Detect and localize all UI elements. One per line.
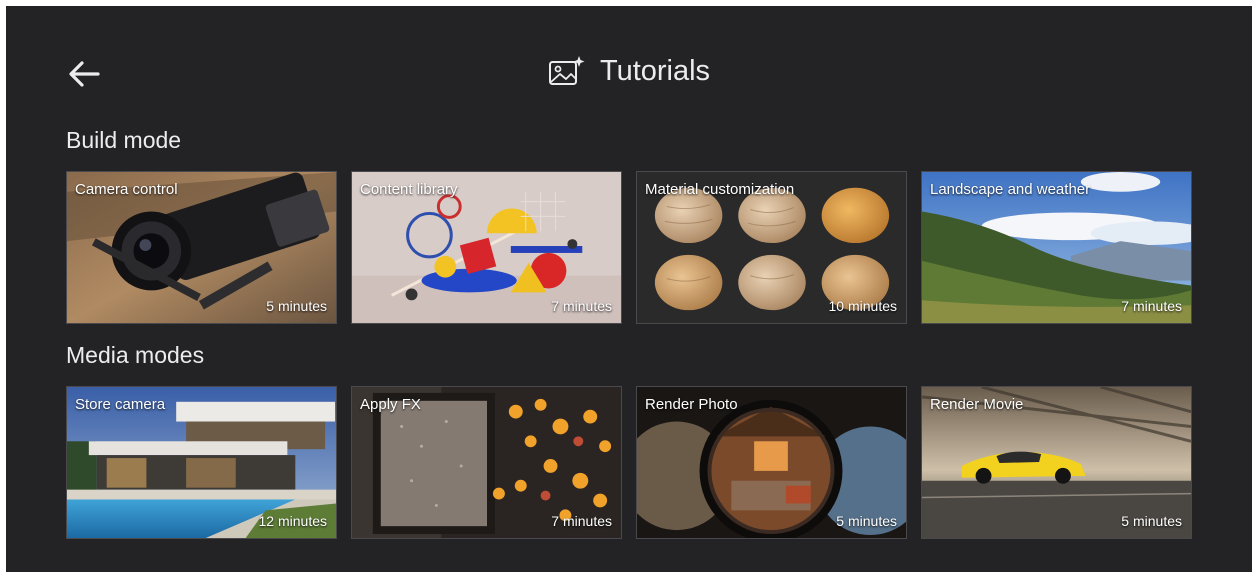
page-title: Tutorials [599, 54, 711, 87]
card-title: Material customization [645, 181, 795, 198]
tutorial-card-content-library[interactable]: Content library 7 minutes [351, 171, 622, 324]
section-title-build-mode: Build mode [66, 127, 182, 153]
card-duration: 5 minutes [836, 513, 897, 529]
card-duration: 10 minutes [828, 298, 897, 314]
card-duration: 7 minutes [551, 298, 612, 314]
card-title: Render Photo [645, 396, 738, 413]
build-mode-row: Camera control 5 minutes Content library… [66, 171, 1192, 324]
card-duration: 12 minutes [258, 513, 327, 529]
image-sparkle-icon [548, 56, 585, 85]
section-title-media-modes: Media modes [66, 342, 205, 368]
card-duration: 5 minutes [266, 298, 327, 314]
tutorial-card-camera-control[interactable]: Camera control 5 minutes [66, 171, 337, 324]
tutorial-card-store-camera[interactable]: Store camera 12 minutes [66, 386, 337, 539]
card-title: Content library [360, 181, 458, 198]
media-modes-row: Store camera 12 minutes Apply FX 7 minut… [66, 386, 1192, 539]
tutorial-card-landscape-and-weather[interactable]: Landscape and weather 7 minutes [921, 171, 1192, 324]
card-title: Landscape and weather [930, 181, 1091, 198]
tutorials-panel: Tutorials Build mode Camera control 5 mi… [6, 6, 1252, 572]
tutorial-card-apply-fx[interactable]: Apply FX 7 minutes [351, 386, 622, 539]
card-title: Apply FX [360, 396, 421, 413]
tutorial-card-render-movie[interactable]: Render Movie 5 minutes [921, 386, 1192, 539]
card-title: Render Movie [930, 396, 1024, 413]
page-header: Tutorials [6, 54, 1252, 88]
card-title: Store camera [75, 396, 166, 413]
tutorial-card-material-customization[interactable]: Material customization 10 minutes [636, 171, 907, 324]
tutorial-card-render-photo[interactable]: Render Photo 5 minutes [636, 386, 907, 539]
card-duration: 5 minutes [1121, 513, 1182, 529]
card-duration: 7 minutes [1121, 298, 1182, 314]
card-duration: 7 minutes [551, 513, 612, 529]
card-title: Camera control [75, 181, 178, 198]
